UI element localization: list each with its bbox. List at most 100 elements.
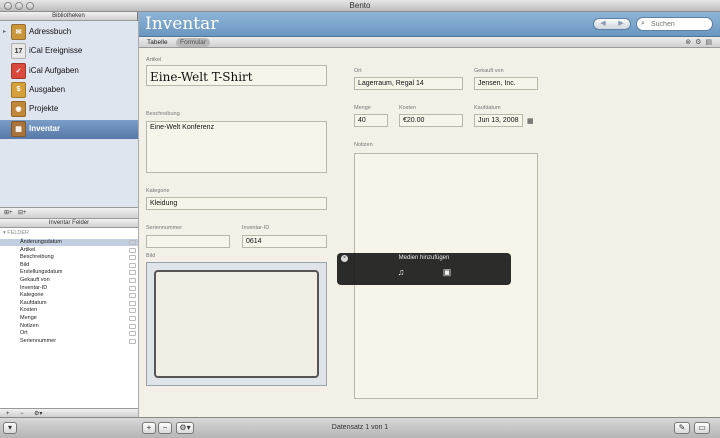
bottom-bar: ▾ + − ⚙▾ Datensatz 1 von 1 ✎ ▭ <box>0 417 720 438</box>
image-well[interactable] <box>146 262 327 386</box>
artikel-label: Artikel <box>146 57 162 63</box>
field-type-icon <box>129 323 136 329</box>
field-list-label: Menge <box>20 315 37 321</box>
page-title: Inventar <box>145 14 219 34</box>
field-type-icon <box>129 247 136 253</box>
library-list: ▸ ✉ Adressbuch 17 iCal Ereignisse ✓ iCal Aufga… <box>0 21 138 207</box>
fields-footer: + − ⚙▾ <box>0 408 138 417</box>
field-list-item[interactable]: Ort <box>0 330 138 337</box>
seriennummer-field[interactable] <box>146 235 230 248</box>
fields-group-text: FELDER <box>7 230 29 236</box>
delete-record-button[interactable]: − <box>158 422 172 434</box>
add-library-button[interactable]: ⊞+ <box>4 209 13 218</box>
field-list-label: Beschreibung <box>20 254 54 261</box>
library-footer: ⊞+ ⊟+ <box>0 207 138 219</box>
sidebar-item-label: iCal Aufgaben <box>29 65 79 75</box>
media-popup: × Medien hinzufügen ♫ ▣ <box>337 253 511 285</box>
address-book-icon: ✉ <box>11 24 26 40</box>
sidebar-item-ausgaben[interactable]: $ Ausgaben <box>0 81 138 100</box>
sidebar-toggle-button[interactable]: ▾ <box>3 422 17 434</box>
field-list-item[interactable]: Menge <box>0 315 138 322</box>
insert-image-icon[interactable]: ▣ <box>441 267 453 278</box>
view-options-icons[interactable]: ⊗⚙▤ <box>685 38 716 46</box>
field-list-item[interactable]: Änderungsdatum <box>0 239 138 246</box>
field-list-item[interactable]: Beschreibung <box>0 254 138 261</box>
field-type-icon <box>129 285 136 291</box>
fields-header: Inventar Felder <box>0 219 138 228</box>
calendar-icon: 17 <box>11 43 26 60</box>
gekauft-von-field[interactable]: Jensen, Inc. <box>474 77 538 90</box>
kategorie-label: Kategorie <box>146 188 170 194</box>
libraries-header: Bibliotheken <box>0 12 137 21</box>
sidebar-item-ical-ereignisse[interactable]: 17 iCal Ereignisse <box>0 42 138 61</box>
sidebar-item-label: Ausgaben <box>29 84 66 94</box>
field-list-item[interactable]: Gekauft von <box>0 277 138 284</box>
projects-icon: ◉ <box>11 101 26 118</box>
window-titlebar: Bento <box>0 0 720 12</box>
sidebar-item-label: Adressbuch <box>29 27 72 36</box>
disclosure-arrow-icon[interactable]: ▸ <box>3 28 6 35</box>
artikel-field[interactable]: Eine-Welt T-Shirt <box>146 65 327 86</box>
tasks-icon: ✓ <box>11 62 26 79</box>
field-type-icon <box>129 300 136 306</box>
field-type-icon <box>129 293 136 299</box>
field-type-icon <box>129 240 136 245</box>
add-collection-button[interactable]: ⊟+ <box>18 209 27 218</box>
search-input[interactable] <box>651 19 709 29</box>
field-list-item[interactable]: Seriennummer <box>0 338 138 345</box>
field-type-icon <box>129 270 136 276</box>
sidebar-item-adressbuch[interactable]: ▸ ✉ Adressbuch <box>0 23 138 42</box>
field-list-item[interactable]: Artikel <box>0 247 138 254</box>
ort-field[interactable]: Lagerraum, Regal 14 <box>354 77 463 90</box>
field-list-item[interactable]: Inventar-ID <box>0 285 138 292</box>
calendar-picker-icon[interactable]: ▦ <box>527 117 534 125</box>
field-list-label: Inventar-ID <box>20 284 48 291</box>
field-list-label: Änderungsdatum <box>20 239 62 245</box>
inventar-id-field[interactable]: 0614 <box>242 235 327 248</box>
field-list-item[interactable]: Notizen <box>0 323 138 330</box>
tab-tabelle[interactable]: Tabelle <box>143 38 172 47</box>
window-title: Bento <box>349 1 371 10</box>
field-list-item[interactable]: Erstellungsdatum <box>0 269 138 276</box>
field-list-item[interactable]: Kaufdatum <box>0 300 138 307</box>
media-browser-icon[interactable]: ♫ <box>395 267 407 278</box>
seriennummer-label: Seriennummer <box>146 225 183 231</box>
field-list-item[interactable]: Kosten <box>0 307 138 314</box>
add-record-button[interactable]: + <box>142 422 156 434</box>
field-type-icon <box>129 308 136 314</box>
field-type-icon <box>129 262 136 268</box>
field-list-label: Notizen <box>20 322 39 329</box>
sidebar-item-inventar[interactable]: ▦ Inventar <box>0 119 138 139</box>
next-record-button[interactable]: ▶ <box>612 19 630 29</box>
notizen-label: Notizen <box>354 142 373 148</box>
beschreibung-field[interactable]: Eine-Welt Konferenz <box>146 121 327 173</box>
sidebar-item-projekte[interactable]: ◉ Projekte <box>0 100 138 119</box>
library-header: Inventar ◀ ▶ ⌕ <box>139 12 720 37</box>
prev-record-button[interactable]: ◀ <box>594 19 612 29</box>
kaufdatum-label: Kaufdatum <box>474 105 501 111</box>
menge-label: Menge <box>354 105 371 111</box>
sidebar-item-label: Projekte <box>29 104 59 114</box>
view-layout-button[interactable]: ▭ <box>694 422 710 434</box>
menge-field[interactable]: 40 <box>354 114 388 127</box>
sidebar-item-label: Inventar <box>29 123 61 133</box>
kosten-label: Kosten <box>399 105 417 111</box>
fields-group-label: ▾ FELDER <box>3 230 29 236</box>
field-type-icon <box>129 316 136 321</box>
kosten-field[interactable]: €20.00 <box>399 114 463 127</box>
kaufdatum-field[interactable]: Jun 13, 2008 <box>474 114 523 127</box>
inventar-id-label: Inventar-ID <box>242 225 270 231</box>
field-list-label: Kaufdatum <box>20 299 47 306</box>
field-list-item[interactable]: Bild <box>0 262 138 269</box>
tab-formular[interactable]: Formular <box>176 38 211 47</box>
fields-list: ▾ FELDER Änderungsdatum Artikel Beschreibu… <box>0 228 138 408</box>
gekauft-von-label: Gekauft von <box>474 68 504 74</box>
sidebar-item-ical-aufgaben[interactable]: ✓ iCal Aufgaben <box>0 62 138 81</box>
field-list-label: Kategorie <box>20 292 44 299</box>
edit-form-button[interactable]: ✎ <box>674 422 690 434</box>
search-box[interactable]: ⌕ <box>636 17 713 31</box>
record-actions-button[interactable]: ⚙▾ <box>176 422 194 434</box>
record-navigation: ◀ ▶ <box>593 18 631 30</box>
kategorie-field[interactable]: Kleidung <box>146 197 327 210</box>
field-list-item[interactable]: Kategorie <box>0 292 138 299</box>
